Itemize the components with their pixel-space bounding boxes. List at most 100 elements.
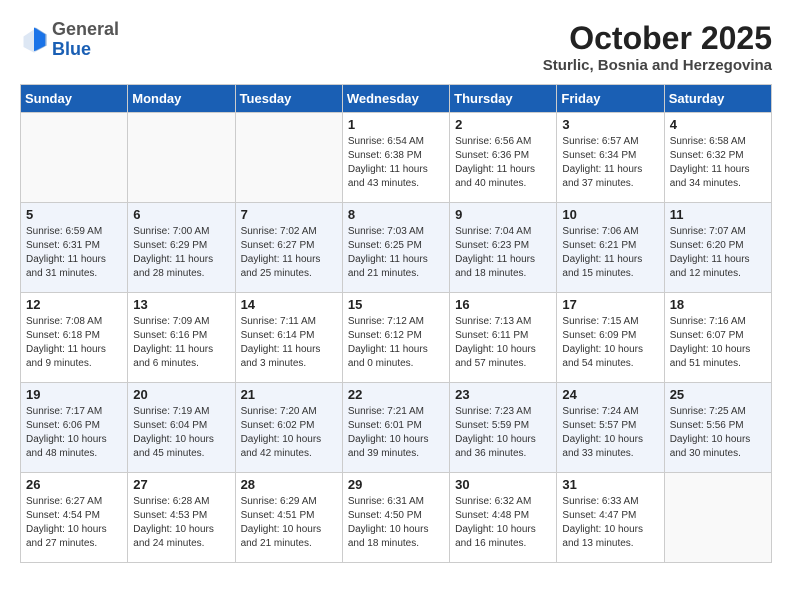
day-info: Sunrise: 7:02 AM Sunset: 6:27 PM Dayligh…: [241, 225, 337, 281]
calendar-cell: 22Sunrise: 7:21 AM Sunset: 6:01 PM Dayli…: [342, 383, 449, 473]
calendar-cell: 23 Sunrise: 7:23 AM Sunset: 5:59 PM Dayli…: [450, 383, 557, 473]
calendar-cell: 17 Sunrise: 7:15 AM Sunset: 6:09 PM Dayli…: [557, 293, 664, 383]
calendar-cell: 26Sunrise: 6:27 AM Sunset: 4:54 PM Dayli…: [21, 473, 128, 563]
page-header: General Blue October 2025 Sturlic, Bosni…: [20, 20, 772, 74]
calendar-cell: 8Sunrise: 7:03 AM Sunset: 6:25 PM Daylig…: [342, 203, 449, 293]
calendar-cell: 27Sunrise: 6:28 AM Sunset: 4:53 PM Dayli…: [128, 473, 235, 563]
calendar-cell: 25Sunrise: 7:25 AM Sunset: 5:56 PM Dayli…: [664, 383, 771, 473]
day-number: 6: [133, 207, 229, 222]
calendar-week-row: 1Sunrise: 6:54 AM Sunset: 6:38 PM Daylig…: [21, 113, 772, 203]
day-info: Sunrise: 6:33 AM Sunset: 4:47 PM Dayligh…: [562, 495, 658, 551]
day-number: 27: [133, 477, 229, 492]
day-number: 14: [241, 297, 337, 312]
day-info: Sunrise: 7:08 AM Sunset: 6:18 PM Dayligh…: [26, 315, 122, 371]
calendar-cell: 11Sunrise: 7:07 AM Sunset: 6:20 PM Dayli…: [664, 203, 771, 293]
logo: General Blue: [20, 20, 119, 60]
day-info: Sunrise: 7:12 AM Sunset: 6:12 PM Dayligh…: [348, 315, 444, 371]
day-number: 10: [562, 207, 658, 222]
day-info: Sunrise: 7:23 AM Sunset: 5:59 PM Dayligh…: [455, 405, 551, 461]
day-info: Sunrise: 7:20 AM Sunset: 6:02 PM Dayligh…: [241, 405, 337, 461]
day-info: Sunrise: 7:03 AM Sunset: 6:25 PM Dayligh…: [348, 225, 444, 281]
calendar-cell: 15 Sunrise: 7:12 AM Sunset: 6:12 PM Dayli…: [342, 293, 449, 383]
calendar-cell: 28Sunrise: 6:29 AM Sunset: 4:51 PM Dayli…: [235, 473, 342, 563]
day-header-sunday: Sunday: [21, 85, 128, 113]
location-subtitle: Sturlic, Bosnia and Herzegovina: [543, 57, 772, 74]
day-number: 18: [670, 297, 766, 312]
day-number: 12: [26, 297, 122, 312]
day-number: 15: [348, 297, 444, 312]
day-number: 7: [241, 207, 337, 222]
day-number: 31: [562, 477, 658, 492]
day-header-friday: Friday: [557, 85, 664, 113]
day-info: Sunrise: 7:06 AM Sunset: 6:21 PM Dayligh…: [562, 225, 658, 281]
day-headers-row: SundayMondayTuesdayWednesdayThursdayFrid…: [21, 85, 772, 113]
day-number: 23: [455, 387, 551, 402]
day-info: Sunrise: 6:32 AM Sunset: 4:48 PM Dayligh…: [455, 495, 551, 551]
day-info: Sunrise: 6:58 AM Sunset: 6:32 PM Dayligh…: [670, 135, 766, 191]
calendar-cell: 19 Sunrise: 7:17 AM Sunset: 6:06 PM Dayli…: [21, 383, 128, 473]
calendar-week-row: 5Sunrise: 6:59 AM Sunset: 6:31 PM Daylig…: [21, 203, 772, 293]
calendar-cell: [235, 113, 342, 203]
calendar-cell: 31 Sunrise: 6:33 AM Sunset: 4:47 PM Dayli…: [557, 473, 664, 563]
calendar-week-row: 26Sunrise: 6:27 AM Sunset: 4:54 PM Dayli…: [21, 473, 772, 563]
day-info: Sunrise: 7:16 AM Sunset: 6:07 PM Dayligh…: [670, 315, 766, 371]
day-info: Sunrise: 6:27 AM Sunset: 4:54 PM Dayligh…: [26, 495, 122, 551]
day-number: 3: [562, 117, 658, 132]
logo-general-text: General: [52, 19, 119, 39]
calendar-cell: [21, 113, 128, 203]
day-info: Sunrise: 7:09 AM Sunset: 6:16 PM Dayligh…: [133, 315, 229, 371]
day-header-wednesday: Wednesday: [342, 85, 449, 113]
day-info: Sunrise: 7:17 AM Sunset: 6:06 PM Dayligh…: [26, 405, 122, 461]
day-number: 9: [455, 207, 551, 222]
calendar-cell: 10 Sunrise: 7:06 AM Sunset: 6:21 PM Dayli…: [557, 203, 664, 293]
day-info: Sunrise: 7:19 AM Sunset: 6:04 PM Dayligh…: [133, 405, 229, 461]
day-info: Sunrise: 7:15 AM Sunset: 6:09 PM Dayligh…: [562, 315, 658, 371]
day-number: 17: [562, 297, 658, 312]
calendar-table: SundayMondayTuesdayWednesdayThursdayFrid…: [20, 84, 772, 563]
day-number: 13: [133, 297, 229, 312]
calendar-cell: 6 Sunrise: 7:00 AM Sunset: 6:29 PM Daylig…: [128, 203, 235, 293]
day-info: Sunrise: 7:11 AM Sunset: 6:14 PM Dayligh…: [241, 315, 337, 371]
calendar-cell: 1Sunrise: 6:54 AM Sunset: 6:38 PM Daylig…: [342, 113, 449, 203]
logo-text: General Blue: [52, 20, 119, 60]
day-number: 24: [562, 387, 658, 402]
day-info: Sunrise: 7:24 AM Sunset: 5:57 PM Dayligh…: [562, 405, 658, 461]
day-number: 2: [455, 117, 551, 132]
day-number: 21: [241, 387, 337, 402]
calendar-cell: 20 Sunrise: 7:19 AM Sunset: 6:04 PM Dayli…: [128, 383, 235, 473]
day-number: 25: [670, 387, 766, 402]
day-number: 30: [455, 477, 551, 492]
calendar-cell: 21 Sunrise: 7:20 AM Sunset: 6:02 PM Dayli…: [235, 383, 342, 473]
calendar-cell: 9 Sunrise: 7:04 AM Sunset: 6:23 PM Daylig…: [450, 203, 557, 293]
day-number: 4: [670, 117, 766, 132]
day-info: Sunrise: 6:31 AM Sunset: 4:50 PM Dayligh…: [348, 495, 444, 551]
day-info: Sunrise: 7:00 AM Sunset: 6:29 PM Dayligh…: [133, 225, 229, 281]
calendar-cell: 5Sunrise: 6:59 AM Sunset: 6:31 PM Daylig…: [21, 203, 128, 293]
day-number: 11: [670, 207, 766, 222]
calendar-week-row: 12 Sunrise: 7:08 AM Sunset: 6:18 PM Dayli…: [21, 293, 772, 383]
day-number: 29: [348, 477, 444, 492]
day-info: Sunrise: 7:04 AM Sunset: 6:23 PM Dayligh…: [455, 225, 551, 281]
calendar-cell: 7 Sunrise: 7:02 AM Sunset: 6:27 PM Daylig…: [235, 203, 342, 293]
calendar-cell: 18 Sunrise: 7:16 AM Sunset: 6:07 PM Dayli…: [664, 293, 771, 383]
day-number: 20: [133, 387, 229, 402]
calendar-body: 1Sunrise: 6:54 AM Sunset: 6:38 PM Daylig…: [21, 113, 772, 563]
calendar-header: SundayMondayTuesdayWednesdayThursdayFrid…: [21, 85, 772, 113]
day-header-tuesday: Tuesday: [235, 85, 342, 113]
day-number: 5: [26, 207, 122, 222]
day-info: Sunrise: 6:57 AM Sunset: 6:34 PM Dayligh…: [562, 135, 658, 191]
day-header-saturday: Saturday: [664, 85, 771, 113]
day-number: 22: [348, 387, 444, 402]
calendar-cell: 2 Sunrise: 6:56 AM Sunset: 6:36 PM Daylig…: [450, 113, 557, 203]
calendar-cell: 4 Sunrise: 6:58 AM Sunset: 6:32 PM Daylig…: [664, 113, 771, 203]
day-info: Sunrise: 6:29 AM Sunset: 4:51 PM Dayligh…: [241, 495, 337, 551]
day-number: 19: [26, 387, 122, 402]
day-number: 16: [455, 297, 551, 312]
calendar-cell: 14 Sunrise: 7:11 AM Sunset: 6:14 PM Dayli…: [235, 293, 342, 383]
day-header-monday: Monday: [128, 85, 235, 113]
calendar-cell: 24 Sunrise: 7:24 AM Sunset: 5:57 PM Dayli…: [557, 383, 664, 473]
day-info: Sunrise: 6:56 AM Sunset: 6:36 PM Dayligh…: [455, 135, 551, 191]
logo-icon: [20, 26, 48, 54]
day-header-thursday: Thursday: [450, 85, 557, 113]
day-info: Sunrise: 7:13 AM Sunset: 6:11 PM Dayligh…: [455, 315, 551, 371]
